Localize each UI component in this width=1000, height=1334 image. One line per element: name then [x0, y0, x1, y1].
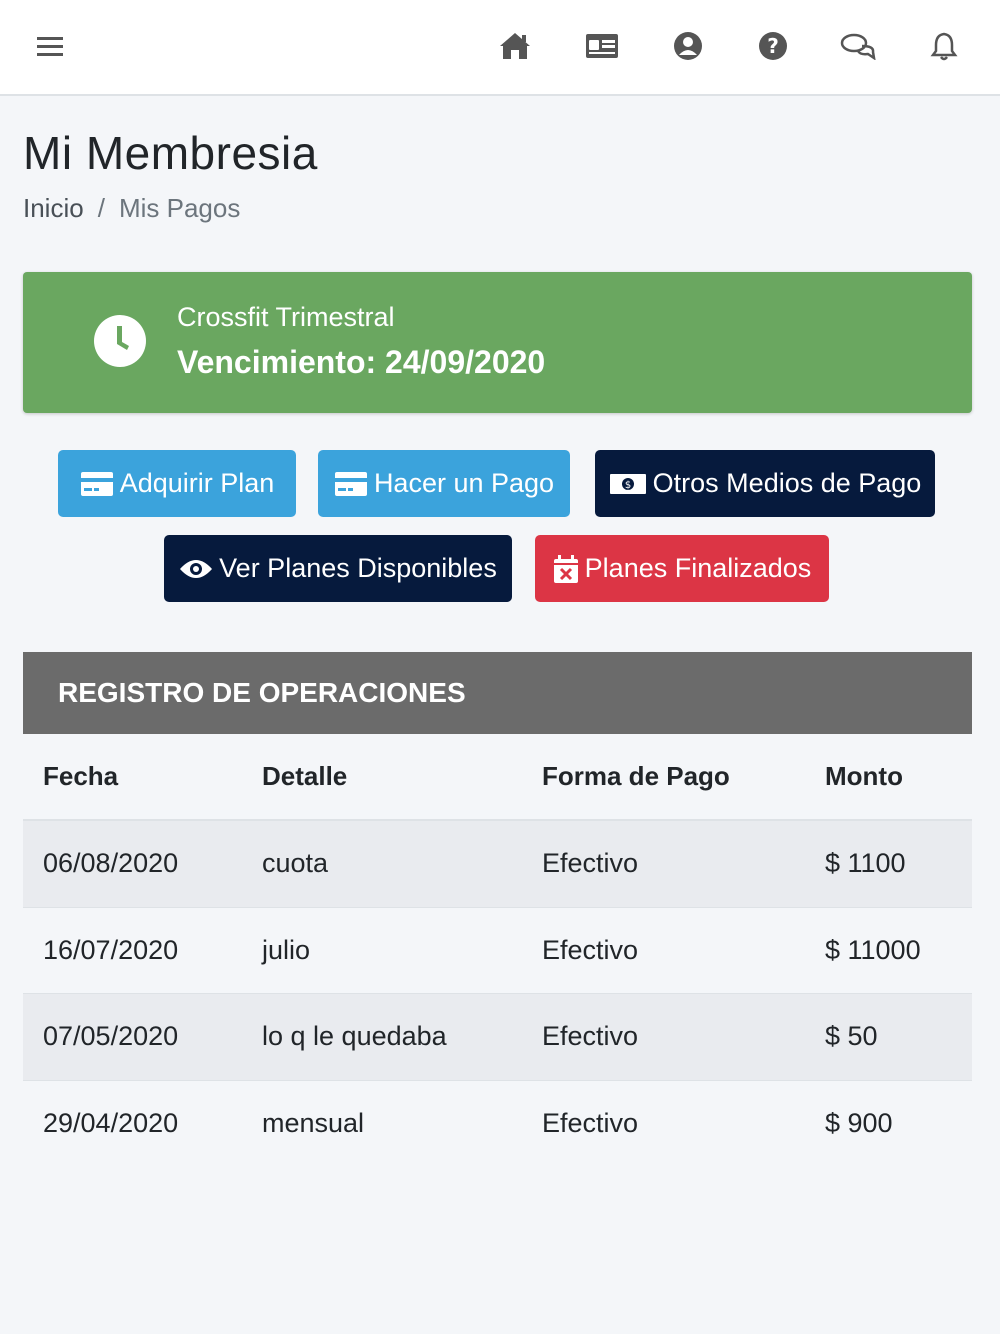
- view-available-plans-label: Ver Planes Disponibles: [219, 553, 497, 583]
- cell-detalle: cuota: [262, 848, 329, 879]
- make-payment-label: Hacer un Pago: [373, 468, 555, 498]
- id-card-icon[interactable]: [584, 28, 620, 64]
- operations-table: Fecha Detalle Forma de Pago Monto 06/08/…: [23, 734, 972, 1167]
- table-row: 07/05/2020 lo q le quedaba Efectivo $ 50: [23, 994, 972, 1081]
- calendar-times-icon: [553, 554, 578, 583]
- bell-icon[interactable]: [926, 28, 962, 64]
- breadcrumb: Inicio / Mis Pagos: [23, 193, 240, 224]
- breadcrumb-separator: /: [97, 193, 105, 223]
- user-icon[interactable]: [670, 28, 706, 64]
- cell-detalle: lo q le quedaba: [262, 1021, 447, 1052]
- column-header-monto: Monto: [825, 761, 903, 791]
- view-available-plans-button[interactable]: Ver Planes Disponibles: [164, 535, 512, 602]
- credit-card-icon: [80, 471, 113, 496]
- column-header-forma-de-pago: Forma de Pago: [542, 761, 730, 791]
- cell-fecha: 06/08/2020: [43, 848, 179, 879]
- eye-icon: [180, 559, 213, 578]
- finished-plans-label: Planes Finalizados: [584, 553, 812, 583]
- operations-card-header: REGISTRO DE OPERACIONES: [23, 652, 972, 734]
- top-navbar: ?: [0, 0, 1000, 96]
- svg-text:?: ?: [767, 34, 779, 58]
- breadcrumb-home-link[interactable]: Inicio: [23, 193, 84, 224]
- acquire-plan-label: Adquirir Plan: [119, 468, 275, 498]
- cell-forma-de-pago: Efectivo: [542, 1021, 639, 1052]
- breadcrumb-current: Mis Pagos: [118, 193, 241, 223]
- credit-card-icon: [334, 471, 367, 496]
- plan-name: Crossfit Trimestral: [177, 302, 395, 332]
- cell-forma-de-pago: Efectivo: [542, 1108, 639, 1139]
- cell-monto: $ 1100: [825, 848, 906, 879]
- plan-expiration: Vencimiento: 24/09/2020: [177, 344, 546, 380]
- active-plan-box: Crossfit Trimestral Vencimiento: 24/09/2…: [23, 272, 972, 413]
- operations-heading: REGISTRO DE OPERACIONES: [58, 677, 466, 708]
- home-icon[interactable]: [497, 28, 533, 64]
- column-header-detalle: Detalle: [262, 761, 348, 791]
- help-icon[interactable]: ?: [755, 28, 791, 64]
- cell-monto: $ 900: [825, 1108, 893, 1139]
- cell-forma-de-pago: Efectivo: [542, 934, 639, 965]
- cell-detalle: julio: [262, 934, 311, 965]
- table-row: 29/04/2020 mensual Efectivo $ 900: [23, 1081, 972, 1168]
- clock-icon: [93, 314, 147, 373]
- cell-monto: $ 50: [825, 1021, 878, 1052]
- money-bill-icon: $: [609, 473, 646, 494]
- column-header-fecha: Fecha: [43, 761, 119, 791]
- other-payment-methods-label: Otros Medios de Pago: [652, 468, 922, 498]
- svg-text:$: $: [624, 480, 630, 491]
- table-header-row: Fecha Detalle Forma de Pago Monto: [23, 734, 972, 821]
- other-payment-methods-button[interactable]: $ Otros Medios de Pago: [595, 450, 935, 517]
- cell-detalle: mensual: [262, 1108, 365, 1139]
- make-payment-button[interactable]: Hacer un Pago: [318, 450, 570, 517]
- cell-fecha: 07/05/2020: [43, 1021, 179, 1052]
- chat-icon[interactable]: [840, 28, 876, 64]
- menu-icon[interactable]: [32, 28, 68, 64]
- acquire-plan-button[interactable]: Adquirir Plan: [58, 450, 296, 517]
- cell-monto: $ 11000: [825, 934, 921, 965]
- cell-forma-de-pago: Efectivo: [542, 848, 639, 879]
- page-title: Mi Membresia: [23, 127, 318, 179]
- table-row: 06/08/2020 cuota Efectivo $ 1100: [23, 821, 972, 908]
- cell-fecha: 29/04/2020: [43, 1108, 179, 1139]
- table-row: 16/07/2020 julio Efectivo $ 11000: [23, 908, 972, 994]
- cell-fecha: 16/07/2020: [43, 934, 179, 965]
- finished-plans-button[interactable]: Planes Finalizados: [535, 535, 829, 602]
